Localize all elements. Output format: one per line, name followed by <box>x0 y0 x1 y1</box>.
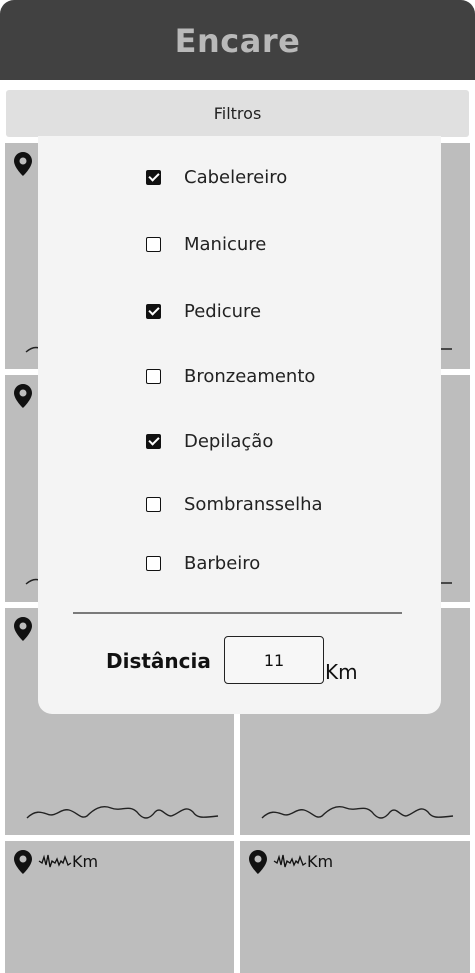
checkbox[interactable] <box>146 555 161 571</box>
checkbox[interactable] <box>146 368 161 384</box>
filters-panel: Cabelereiro Manicure Pedicure Bronzeamen… <box>38 136 441 714</box>
filter-option-depilacao[interactable]: Depilação <box>146 429 273 453</box>
filter-option-cabelereiro[interactable]: Cabelereiro <box>146 165 287 189</box>
divider <box>73 612 402 614</box>
filter-option-label: Sombransselha <box>184 493 323 515</box>
filter-option-label: Manicure <box>184 233 267 255</box>
distance-label: Distância <box>106 649 211 673</box>
filters-button-label: Filtros <box>213 104 262 123</box>
filter-option-bronzeamento[interactable]: Bronzeamento <box>146 364 315 388</box>
filter-option-manicure[interactable]: Manicure <box>146 232 266 256</box>
distance-placeholder <box>38 854 72 868</box>
filter-option-label: Bronzeamento <box>184 365 316 387</box>
distance-unit: Km <box>325 660 358 684</box>
filter-option-label: Depilação <box>184 430 274 452</box>
card-distance: Km <box>273 851 333 871</box>
location-pin-icon <box>14 850 32 874</box>
filter-option-label: Pedicure <box>184 300 262 322</box>
salon-card[interactable]: Km <box>240 841 470 973</box>
checkbox[interactable] <box>146 433 161 449</box>
checkbox[interactable] <box>146 303 161 319</box>
salon-card[interactable]: Km <box>5 841 234 973</box>
checkbox[interactable] <box>146 496 161 512</box>
filter-option-pedicure[interactable]: Pedicure <box>146 299 261 323</box>
distance-input[interactable] <box>224 636 324 684</box>
location-pin-icon <box>14 617 32 641</box>
filter-option-label: Barbeiro <box>184 552 261 574</box>
filter-option-barbeiro[interactable]: Barbeiro <box>146 551 260 575</box>
card-text-placeholder <box>26 806 219 819</box>
checkbox[interactable] <box>146 236 161 252</box>
card-distance-unit: Km <box>72 851 99 871</box>
card-distance-unit: Km <box>307 851 334 871</box>
app-title: Encare <box>174 22 301 60</box>
filter-option-label: Cabelereiro <box>184 166 288 188</box>
distance-placeholder <box>273 854 307 868</box>
card-distance: Km <box>38 851 98 871</box>
filters-button[interactable]: Filtros <box>6 90 469 137</box>
app-header: Encare <box>0 0 475 80</box>
card-text-placeholder <box>261 806 454 819</box>
filter-option-sombransselha[interactable]: Sombransselha <box>146 492 323 516</box>
location-pin-icon <box>249 850 267 874</box>
checkbox[interactable] <box>146 169 161 185</box>
location-pin-icon <box>14 384 32 408</box>
location-pin-icon <box>14 152 32 176</box>
